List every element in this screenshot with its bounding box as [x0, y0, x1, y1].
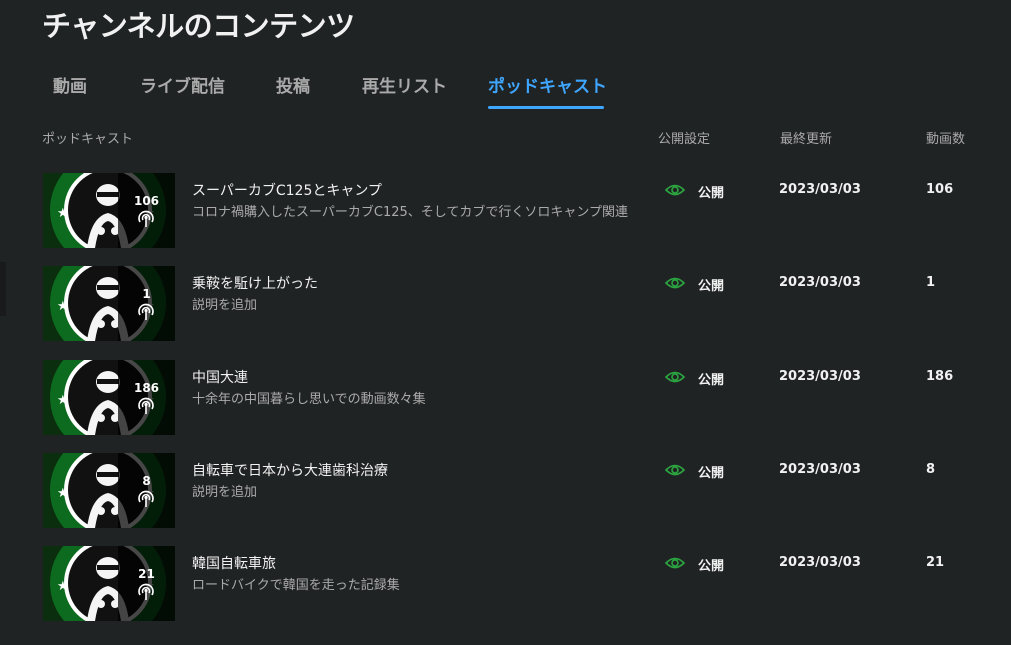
- thumbnail-video-count: 21: [138, 567, 155, 581]
- svg-text:★: ★: [57, 299, 69, 314]
- podcast-description: コロナ禍購入したスーパーカブC125、そしてカブで行くソロキャンプ関連: [192, 205, 628, 220]
- podcast-row[interactable]: ★★186中国大連十余年の中国暮らし思いでの動画数々集公開2023/03/031…: [0, 360, 1011, 436]
- podcast-description: ロードバイクで韓国を走った記録集: [192, 578, 400, 593]
- visibility-status[interactable]: 公開: [698, 555, 724, 574]
- tab-live[interactable]: ライブ配信: [140, 72, 225, 97]
- podcast-description: 十余年の中国暮らし思いでの動画数々集: [192, 392, 426, 407]
- tab-videos[interactable]: 動画: [53, 72, 87, 97]
- video-count: 8: [926, 462, 936, 477]
- eye-icon[interactable]: [664, 369, 686, 383]
- thumbnail-video-count: 1: [142, 287, 151, 301]
- tab-posts[interactable]: 投稿: [276, 72, 310, 97]
- podcast-title[interactable]: 乗鞍を駈け上がった: [192, 273, 318, 293]
- podcast-row[interactable]: ★★106スーパーカブC125とキャンプコロナ禍購入したスーパーカブC125、そ…: [0, 173, 1011, 249]
- svg-text:★: ★: [57, 393, 69, 408]
- visibility-status[interactable]: 公開: [698, 369, 724, 388]
- podcast-title[interactable]: 中国大連: [192, 367, 248, 387]
- podcast-thumbnail[interactable]: ★★106: [43, 173, 175, 248]
- last-updated-date: 2023/03/03: [779, 555, 861, 570]
- last-updated-date: 2023/03/03: [779, 462, 861, 477]
- svg-text:★: ★: [57, 579, 69, 594]
- last-updated-date: 2023/03/03: [779, 275, 861, 290]
- podcast-thumbnail[interactable]: ★★8: [43, 453, 175, 528]
- tab-bar: 動画 ライブ配信 投稿 再生リスト ポッドキャスト: [0, 60, 1011, 112]
- podcast-row[interactable]: ★★21韓国自転車旅ロードバイクで韓国を走った記録集公開2023/03/0321: [0, 546, 1011, 622]
- column-header-video-count[interactable]: 動画数: [926, 128, 965, 147]
- eye-icon[interactable]: [664, 275, 686, 289]
- video-count: 186: [926, 369, 954, 384]
- eye-icon[interactable]: [664, 462, 686, 476]
- thumbnail-video-count: 8: [142, 474, 151, 488]
- podcast-icon: [136, 395, 156, 415]
- video-count: 106: [926, 182, 954, 197]
- visibility-status[interactable]: 公開: [698, 275, 724, 294]
- eye-icon[interactable]: [664, 555, 686, 569]
- tab-playlists[interactable]: 再生リスト: [362, 72, 447, 97]
- podcast-icon: [136, 581, 156, 601]
- podcast-title[interactable]: 韓国自転車旅: [192, 553, 276, 573]
- column-header-last-updated[interactable]: 最終更新: [780, 128, 832, 147]
- podcast-row[interactable]: ★★8自転車で日本から大連歯科治療説明を追加公開2023/03/038: [0, 453, 1011, 529]
- eye-icon[interactable]: [664, 182, 686, 196]
- podcast-icon: [136, 208, 156, 228]
- active-tab-indicator: [488, 106, 604, 109]
- podcast-thumbnail[interactable]: ★★186: [43, 360, 175, 435]
- podcast-row[interactable]: ★★1乗鞍を駈け上がった説明を追加公開2023/03/031: [0, 266, 1011, 342]
- video-count: 1: [926, 275, 936, 290]
- svg-text:★: ★: [57, 486, 69, 501]
- visibility-status[interactable]: 公開: [698, 182, 724, 201]
- column-header-podcast[interactable]: ポッドキャスト: [42, 128, 133, 147]
- podcast-title[interactable]: スーパーカブC125とキャンプ: [192, 180, 382, 200]
- last-updated-date: 2023/03/03: [779, 369, 861, 384]
- podcast-title[interactable]: 自転車で日本から大連歯科治療: [192, 460, 388, 480]
- thumbnail-video-count: 106: [133, 194, 160, 208]
- thumbnail-video-count: 186: [133, 381, 160, 395]
- column-header-visibility[interactable]: 公開設定: [658, 128, 710, 147]
- podcast-icon: [136, 301, 156, 321]
- page-title: チャンネルのコンテンツ: [42, 9, 355, 43]
- last-updated-date: 2023/03/03: [779, 182, 861, 197]
- visibility-status[interactable]: 公開: [698, 462, 724, 481]
- podcast-thumbnail[interactable]: ★★1: [43, 266, 175, 341]
- podcast-description: 説明を追加: [192, 298, 258, 313]
- podcast-icon: [136, 488, 156, 508]
- video-count: 21: [926, 555, 945, 570]
- podcast-thumbnail[interactable]: ★★21: [43, 546, 175, 621]
- podcast-description: 説明を追加: [192, 485, 258, 500]
- tab-podcasts[interactable]: ポッドキャスト: [488, 72, 607, 97]
- svg-text:★: ★: [57, 206, 69, 221]
